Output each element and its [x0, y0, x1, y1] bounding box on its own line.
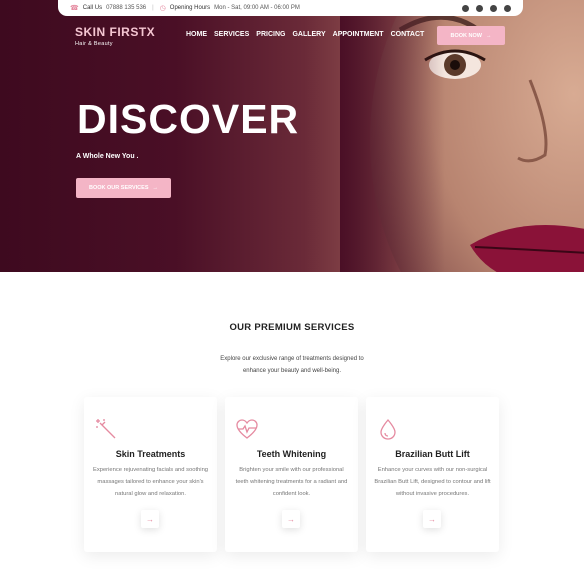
- divider: |: [152, 5, 154, 11]
- main-nav: HOME SERVICES PRICING GALLERY APPOINTMEN…: [186, 31, 424, 38]
- hero-title: DISCOVER: [77, 96, 300, 142]
- phone-number[interactable]: 07888 135 536: [106, 5, 146, 11]
- arrow-right-icon: →: [146, 514, 154, 524]
- hours-value: Mon - Sat, 09:00 AM - 06:00 PM: [214, 5, 300, 11]
- hero-section: ☎ Call Us 07888 135 536 | ◷ Opening Hour…: [0, 0, 584, 272]
- heartbeat-icon: [236, 419, 258, 439]
- nav-gallery[interactable]: GALLERY: [292, 31, 325, 38]
- call-label: Call Us: [82, 5, 103, 11]
- card-arrow-button[interactable]: →: [423, 510, 441, 528]
- card-arrow-button[interactable]: →: [282, 510, 300, 528]
- youtube-icon[interactable]: [490, 4, 497, 12]
- brand-logo[interactable]: SKIN FIRSTX Hair & Beauty: [75, 25, 155, 47]
- arrow-right-icon: →: [485, 32, 492, 39]
- brand-tagline: Hair & Beauty: [75, 41, 113, 47]
- hero-subtitle: A Whole New You .: [76, 153, 139, 160]
- phone-icon: ☎: [70, 5, 79, 12]
- clock-icon: ◷: [159, 5, 166, 12]
- services-description: Explore our exclusive range of treatment…: [220, 356, 364, 374]
- service-card-skin[interactable]: Skin Treatments Experience rejuvenating …: [84, 397, 217, 552]
- card-text: Enhance your curves with our non-surgica…: [374, 467, 491, 497]
- brand-name: SKIN FIRSTX: [75, 25, 156, 39]
- nav-contact[interactable]: CONTACT: [391, 31, 425, 38]
- hours-label: Opening Hours: [169, 5, 211, 11]
- card-title: Teeth Whitening: [256, 449, 327, 459]
- card-text: Experience rejuvenating facials and soot…: [92, 467, 209, 497]
- book-now-label: BOOK NOW: [450, 32, 482, 39]
- instagram-icon[interactable]: [504, 4, 511, 12]
- service-card-bbl[interactable]: Brazilian Butt Lift Enhance your curves …: [366, 397, 499, 552]
- book-services-button[interactable]: BOOK OUR SERVICES →: [76, 178, 171, 198]
- arrow-right-icon: →: [152, 185, 159, 191]
- services-title: OUR PREMIUM SERVICES: [229, 322, 355, 333]
- service-card-teeth[interactable]: Teeth Whitening Brighten your smile with…: [225, 397, 358, 552]
- drop-icon: [380, 419, 396, 440]
- nav-home[interactable]: HOME: [186, 31, 207, 38]
- nav-appointment[interactable]: APPOINTMENT: [333, 31, 384, 38]
- nav-pricing[interactable]: PRICING: [256, 31, 285, 38]
- page: ☎ Call Us 07888 135 536 | ◷ Opening Hour…: [0, 0, 584, 584]
- book-services-label: BOOK OUR SERVICES: [89, 185, 149, 191]
- nav-services[interactable]: SERVICES: [214, 31, 249, 38]
- card-arrow-button[interactable]: →: [141, 510, 159, 528]
- twitter-icon[interactable]: [476, 4, 483, 12]
- card-title: Skin Treatments: [115, 449, 186, 459]
- card-title: Brazilian Butt Lift: [395, 449, 470, 459]
- social-links: [462, 4, 511, 12]
- book-now-button[interactable]: BOOK NOW →: [437, 26, 505, 45]
- arrow-right-icon: →: [428, 514, 436, 524]
- facebook-icon[interactable]: [462, 4, 469, 12]
- arrow-right-icon: →: [287, 514, 295, 524]
- top-info-bar: ☎ Call Us 07888 135 536 | ◷ Opening Hour…: [58, 0, 523, 16]
- magic-wand-icon: [96, 419, 116, 439]
- card-text: Brighten your smile with our professiona…: [235, 467, 348, 497]
